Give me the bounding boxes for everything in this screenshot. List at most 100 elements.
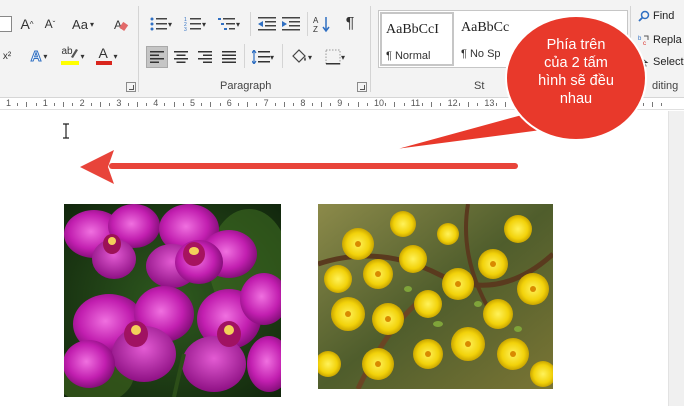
ruler-number: 1 <box>42 98 48 108</box>
apricot-blossom-photo <box>318 204 553 389</box>
inner-separator <box>307 12 308 36</box>
ruler-tick <box>504 102 506 107</box>
style-normal[interactable]: AaBbCcI ¶ Normal <box>380 12 454 66</box>
ruler-number: 8 <box>300 98 306 108</box>
borders-button[interactable]: ▾ <box>320 46 350 68</box>
ruler-tick <box>458 103 460 106</box>
font-color-button[interactable]: A ▾ <box>92 44 122 68</box>
highlighter-icon <box>71 49 79 58</box>
callout-line: của 2 tấm <box>544 55 608 71</box>
ruler-tick <box>238 103 239 106</box>
svg-text:Z: Z <box>313 25 318 33</box>
paragraph-dialog-launcher[interactable] <box>357 82 367 92</box>
style-normal-sample: AaBbCcI <box>386 22 439 37</box>
text-effects-button[interactable]: A ▾ <box>24 46 54 66</box>
ruler-tick <box>100 102 101 107</box>
ruler-tick <box>642 103 644 106</box>
text-cursor-icon <box>63 123 69 139</box>
ruler-number: 1 <box>6 98 12 108</box>
sort-icon: AZ <box>313 16 330 33</box>
orchid-photo <box>64 204 281 397</box>
ruler-tick <box>164 103 166 106</box>
multilevel-list-button[interactable]: ▾ <box>214 14 244 34</box>
ruler-tick <box>357 102 359 107</box>
align-right-icon <box>198 51 212 63</box>
decrease-indent-button[interactable] <box>256 14 278 34</box>
show-formatting-marks-button[interactable]: ¶ <box>339 14 361 34</box>
ruler-number: 11 <box>410 98 421 108</box>
ruler-tick <box>366 103 368 106</box>
pilcrow-icon: ¶ <box>345 15 355 32</box>
bullets-button[interactable]: ▾ <box>146 14 176 34</box>
shrink-font-button[interactable]: Aˇ <box>40 14 60 34</box>
ruler-tick <box>256 103 258 106</box>
align-right-button[interactable] <box>194 46 216 68</box>
replace-label: Repla <box>653 34 682 46</box>
ruler-number: 9 <box>337 98 343 108</box>
document-page[interactable] <box>0 111 684 406</box>
change-case-label: Aa <box>72 16 88 32</box>
inner-separator <box>244 44 245 68</box>
font-dialog-launcher[interactable] <box>126 82 136 92</box>
grow-font-button[interactable]: A ^ <box>17 14 37 34</box>
find-button[interactable]: Find <box>638 10 674 22</box>
ruler-tick <box>284 102 285 107</box>
ruler-tick <box>35 103 37 106</box>
ruler-tick <box>495 103 497 106</box>
ruler-tick <box>219 103 221 106</box>
ruler-tick <box>109 103 111 106</box>
ruler-number: 10 <box>374 98 385 108</box>
superscript-button[interactable]: x² <box>0 46 14 66</box>
style-normal-name: ¶ Normal <box>386 50 431 62</box>
ruler-tick <box>72 103 74 106</box>
eraser-icon: A <box>114 18 129 32</box>
ruler-tick <box>468 102 469 107</box>
callout-line: Phía trên <box>546 37 606 53</box>
style-no-spacing-name: ¶ No Sp <box>461 48 501 60</box>
highlight-button[interactable]: ab ▾ <box>58 44 88 68</box>
line-spacing-icon <box>251 50 270 64</box>
shading-button[interactable]: ▾ <box>286 46 316 68</box>
clear-formatting-button[interactable]: A <box>110 14 132 34</box>
justify-button[interactable] <box>218 46 240 68</box>
line-spacing-button[interactable]: ▾ <box>248 46 278 68</box>
ruler-tick <box>422 103 423 106</box>
decrease-indent-icon <box>258 17 276 31</box>
ruler-tick <box>477 103 479 106</box>
group-separator <box>138 6 139 92</box>
grow-font-label: A <box>20 16 30 32</box>
apricot-blossom-image[interactable] <box>318 204 553 389</box>
select-button[interactable]: Select <box>638 56 684 68</box>
sort-button[interactable]: AZ <box>311 14 333 34</box>
ruler-tick <box>136 102 138 107</box>
ruler-tick <box>293 103 295 106</box>
ruler-number: 6 <box>226 98 232 108</box>
paint-bucket-icon <box>292 49 306 63</box>
ruler-tick <box>182 103 184 106</box>
align-center-button[interactable] <box>170 46 192 68</box>
increase-indent-button[interactable] <box>280 14 302 34</box>
ruler-tick <box>54 103 55 106</box>
replace-button[interactable]: bc Repla <box>638 34 682 46</box>
checkbox-partial[interactable] <box>0 16 12 32</box>
align-left-button[interactable] <box>146 46 168 68</box>
ruler-tick <box>173 102 175 107</box>
ruler-number: 2 <box>79 98 85 108</box>
change-case-button[interactable]: Aa ▾ <box>66 14 100 34</box>
ruler-tick <box>440 103 442 106</box>
ruler-tick <box>330 103 331 106</box>
superscript-label: x² <box>2 50 12 62</box>
callout-line: nhau <box>559 91 593 107</box>
font-color-bar <box>96 61 113 65</box>
ruler-tick <box>26 102 28 107</box>
ruler-tick <box>385 103 387 106</box>
inner-separator <box>282 44 283 68</box>
numbering-button[interactable]: 123 ▾ <box>180 14 210 34</box>
ruler-number: 13 <box>484 98 495 108</box>
orchid-image[interactable] <box>64 204 281 397</box>
svg-text:c: c <box>643 41 646 46</box>
bullets-icon <box>150 17 167 31</box>
vertical-scrollbar[interactable] <box>668 111 684 406</box>
ruler-tick <box>90 103 92 106</box>
ruler-tick <box>17 103 19 106</box>
